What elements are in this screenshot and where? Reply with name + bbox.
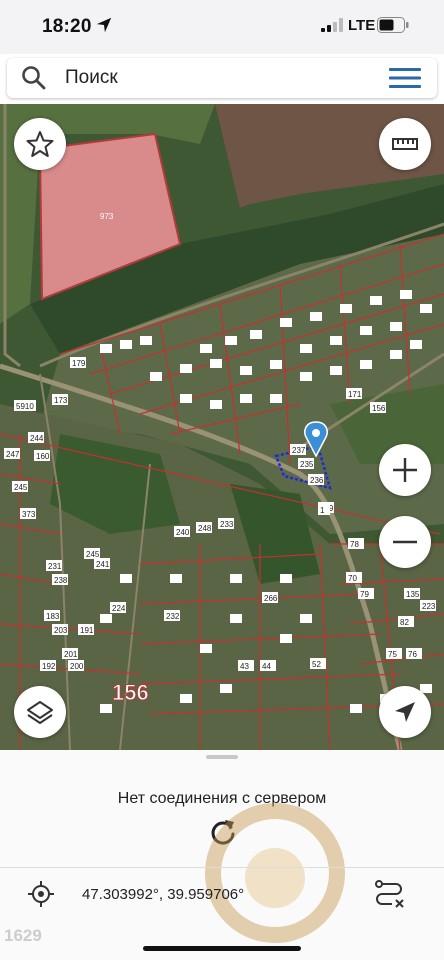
parcel-label: 79 <box>360 590 369 599</box>
parcel-label: 973 <box>100 212 114 221</box>
search-input[interactable]: Поиск <box>65 67 118 89</box>
map-imagery: 973 179 5910 173 244 160 247 245 373 237… <box>0 104 444 750</box>
parcel-label: 245 <box>86 550 100 559</box>
search-bar[interactable]: Поиск <box>7 58 437 98</box>
my-location-button[interactable] <box>379 686 431 738</box>
parcel-label: 200 <box>70 662 84 671</box>
favorites-button[interactable] <box>14 118 66 170</box>
parcel-label: 135 <box>406 590 420 599</box>
parcel-label: 171 <box>348 390 362 399</box>
parcel-label: 82 <box>400 618 409 627</box>
cell-signal-icon <box>321 18 343 32</box>
drag-handle[interactable] <box>206 755 238 759</box>
clock: 18:20 <box>42 16 92 37</box>
parcel-label: 156 <box>112 680 149 705</box>
location-arrow-icon <box>96 17 112 33</box>
parcel-label: 240 <box>176 528 190 537</box>
parcel-label: 183 <box>46 612 60 621</box>
crosshair-icon[interactable] <box>28 881 54 907</box>
parcel-label: 156 <box>372 404 386 413</box>
battery-icon <box>377 17 409 33</box>
network-type: LTE <box>348 17 376 34</box>
parcel-label: 192 <box>42 662 56 671</box>
parcel-label: 247 <box>6 450 20 459</box>
divider <box>0 867 444 868</box>
parcel-label: 75 <box>388 650 397 659</box>
satellite-map[interactable]: 973 179 5910 173 244 160 247 245 373 237… <box>0 104 444 750</box>
parcel-label: 236 <box>310 476 324 485</box>
watermark-stamp <box>205 803 345 943</box>
parcel-label: 373 <box>22 510 36 519</box>
star-icon <box>26 131 54 157</box>
parcel-label: 266 <box>264 594 278 603</box>
parcel-label: 1 <box>320 506 325 515</box>
route-icon[interactable] <box>372 878 406 910</box>
plus-icon <box>393 458 417 482</box>
parcel-label: 233 <box>220 520 234 529</box>
parcel-label: 232 <box>166 612 180 621</box>
minus-icon <box>393 540 417 544</box>
parcel-label: 76 <box>408 650 417 659</box>
parcel-label: 238 <box>54 576 68 585</box>
parcel-label: 70 <box>348 574 357 583</box>
parcel-label: 203 <box>54 626 68 635</box>
parcel-label: 43 <box>240 662 249 671</box>
parcel-label: 160 <box>36 452 50 461</box>
ruler-icon <box>392 138 418 150</box>
navigation-arrow-icon <box>395 702 415 722</box>
ruler-button[interactable] <box>379 118 431 170</box>
zoom-in-button[interactable] <box>379 444 431 496</box>
parcel-label: 5910 <box>16 402 34 411</box>
parcel-label: 248 <box>198 524 212 533</box>
status-bar: 18:20 LTE <box>0 0 444 54</box>
search-icon <box>22 66 46 90</box>
parcel-label: 245 <box>14 483 28 492</box>
watermark-text: 1629 <box>4 926 42 945</box>
parcel-label: 44 <box>262 662 271 671</box>
parcel-label: 235 <box>300 460 314 469</box>
parcel-label: 224 <box>112 604 126 613</box>
parcel-label: 201 <box>64 650 78 659</box>
parcel-label: 179 <box>72 359 86 368</box>
parcel-label: 78 <box>350 540 359 549</box>
coordinates-text[interactable]: 47.303992°, 39.959706° <box>82 886 244 903</box>
parcel-label: 173 <box>54 396 68 405</box>
zoom-out-button[interactable] <box>379 516 431 568</box>
layers-button[interactable] <box>14 686 66 738</box>
parcel-label: 241 <box>96 560 110 569</box>
parcel-label: 231 <box>48 562 62 571</box>
parcel-label: 244 <box>30 434 44 443</box>
bottom-panel: Нет соединения с сервером 47.303992°, 39… <box>0 750 444 960</box>
home-indicator[interactable] <box>143 946 301 951</box>
parcel-label: 52 <box>312 660 321 669</box>
parcel-label: 237 <box>292 446 306 455</box>
parcel-label: 191 <box>80 626 94 635</box>
parcel-label: 223 <box>422 602 436 611</box>
layers-icon <box>27 701 53 724</box>
menu-icon[interactable] <box>389 67 421 89</box>
